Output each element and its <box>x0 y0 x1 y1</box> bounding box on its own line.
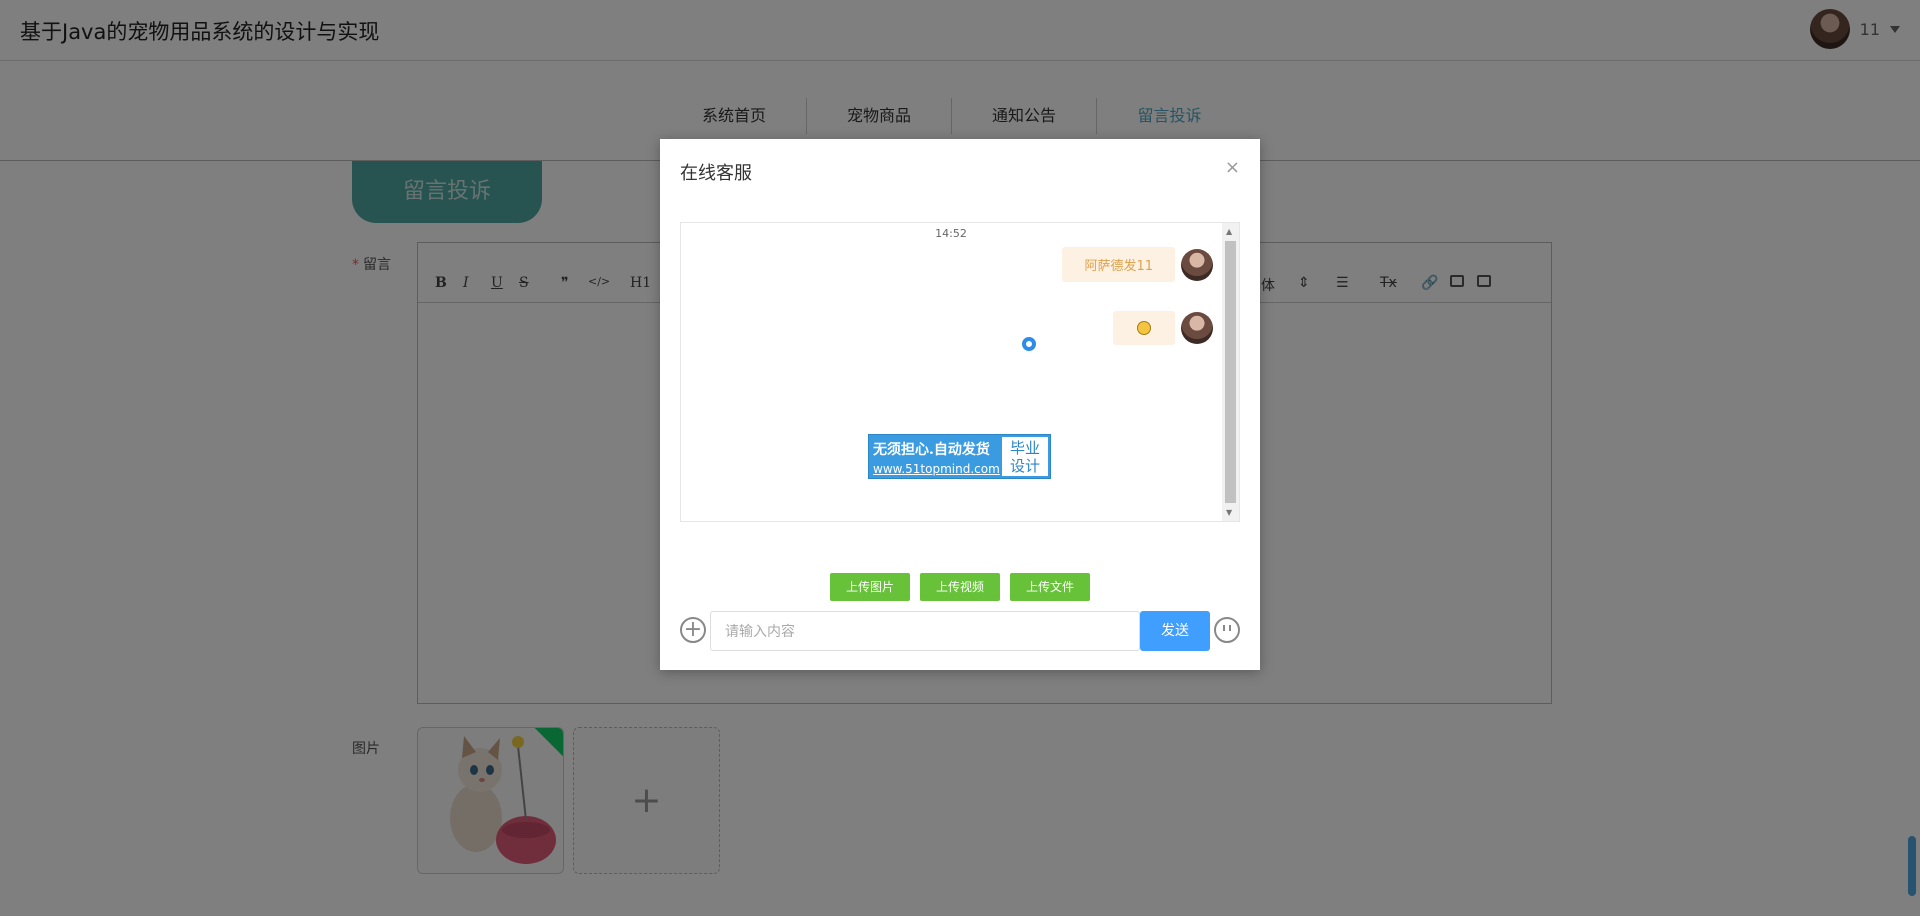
add-attachment-icon[interactable]: + <box>680 617 706 643</box>
scrollbar-thumb[interactable] <box>1225 241 1236 503</box>
scroll-up-icon[interactable]: ▲ <box>1226 227 1232 236</box>
watermark-side-label: 毕业 设计 <box>1002 437 1048 476</box>
dialog-title: 在线客服 <box>680 163 752 184</box>
sender-avatar <box>1181 248 1213 281</box>
message-input[interactable] <box>710 611 1140 651</box>
message-bubble <box>1113 311 1175 345</box>
upload-file-button[interactable]: 上传文件 <box>1010 573 1090 601</box>
watermark-banner[interactable]: 无须担心.自动发货 www.51topmind.com 毕业 设计 <box>868 434 1051 479</box>
close-icon[interactable]: × <box>1225 157 1240 178</box>
upload-image-button[interactable]: 上传图片 <box>830 573 910 601</box>
watermark-main-text: 无须担心.自动发货 <box>873 442 990 458</box>
message-bubble: 阿萨德发11 <box>1062 247 1175 282</box>
upload-button-group: 上传图片 上传视频 上传文件 <box>830 573 1090 601</box>
sender-avatar <box>1181 312 1213 344</box>
scroll-down-icon[interactable]: ▼ <box>1226 508 1232 517</box>
loading-cursor-icon <box>1022 337 1036 351</box>
chat-scrollbar[interactable]: ▲ ▼ <box>1222 223 1239 521</box>
grinning-emoji-icon <box>1137 321 1151 335</box>
chat-timestamp: 14:52 <box>935 227 967 240</box>
chat-input-row: + 发送 <box>680 611 1240 651</box>
customer-service-dialog: 在线客服 × 14:52 阿萨德发11 ▲ ▼ 上传图片 上传视频 上传文件 +… <box>660 139 1260 670</box>
chat-message <box>1113 311 1213 345</box>
send-button[interactable]: 发送 <box>1140 611 1210 651</box>
watermark-url[interactable]: www.51topmind.com <box>873 462 1000 476</box>
emoji-picker-icon[interactable] <box>1214 617 1240 643</box>
upload-video-button[interactable]: 上传视频 <box>920 573 1000 601</box>
chat-message: 阿萨德发11 <box>1062 247 1213 282</box>
